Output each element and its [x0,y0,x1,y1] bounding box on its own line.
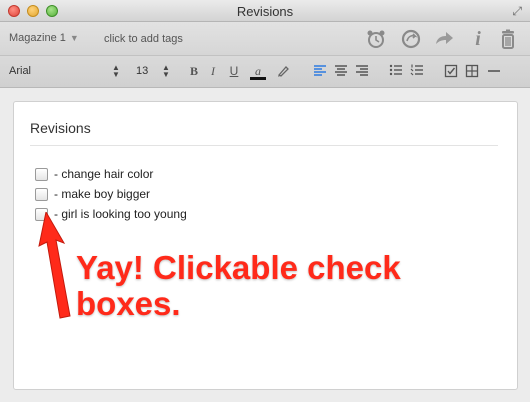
size-stepper-icon[interactable]: ▲ ▼ [162,64,170,79]
checkbox[interactable] [35,167,48,181]
chevron-down-icon: ▼ [69,33,79,43]
underline-button[interactable]: U [226,64,242,78]
bullet-list-icon[interactable] [388,64,404,79]
checklist-item: - make boy bigger [35,187,150,201]
tags-field[interactable]: click to add tags [104,33,183,45]
trash-icon[interactable] [497,28,519,50]
align-left-icon[interactable] [312,64,328,79]
bold-button[interactable]: B [186,64,202,79]
share-icon[interactable] [400,28,422,50]
notebook-name: Magazine 1 [9,32,66,44]
window-titlebar: Revisions ⤢ [0,0,530,22]
title-divider [30,145,498,146]
note-title[interactable]: Revisions [30,120,91,136]
font-size-selector[interactable]: 13 [136,65,148,77]
forward-icon[interactable] [433,28,455,50]
checklist-item: - change hair color [35,167,153,181]
checklist-item-label: - change hair color [54,167,154,181]
table-icon[interactable] [464,64,480,81]
numbered-list-icon[interactable] [409,64,425,79]
annotation-arrow-icon [38,212,71,319]
notebook-selector[interactable]: Magazine 1 ▼ [9,32,79,44]
info-icon[interactable]: i [467,28,489,50]
note-toolbar: Magazine 1 ▼ click to add tags i [0,22,530,56]
annotation-text: Yay! Clickable check boxes. [76,249,401,322]
checkbox[interactable] [35,187,48,201]
font-stepper-icon[interactable]: ▲ ▼ [112,64,120,79]
alarm-icon[interactable] [365,28,387,50]
highlight-icon[interactable] [275,64,291,81]
note-card[interactable]: Revisions - change hair color - make boy… [13,101,518,390]
font-selector[interactable]: Arial [9,65,31,77]
checkbox-insert-icon[interactable] [443,64,459,81]
align-center-icon[interactable] [333,64,349,79]
italic-button[interactable]: I [205,64,221,79]
align-right-icon[interactable] [354,64,370,79]
horizontal-rule-icon[interactable] [486,64,502,81]
fullscreen-icon[interactable]: ⤢ [512,4,522,19]
checklist-item-label: - make boy bigger [54,187,151,201]
window-title: Revisions [236,4,294,19]
text-color-button[interactable]: a [250,64,266,80]
format-toolbar: Arial ▲ ▼ 13 ▲ ▼ B I U a [0,56,530,88]
note-editor-area: Revisions - change hair color - make boy… [0,88,530,402]
